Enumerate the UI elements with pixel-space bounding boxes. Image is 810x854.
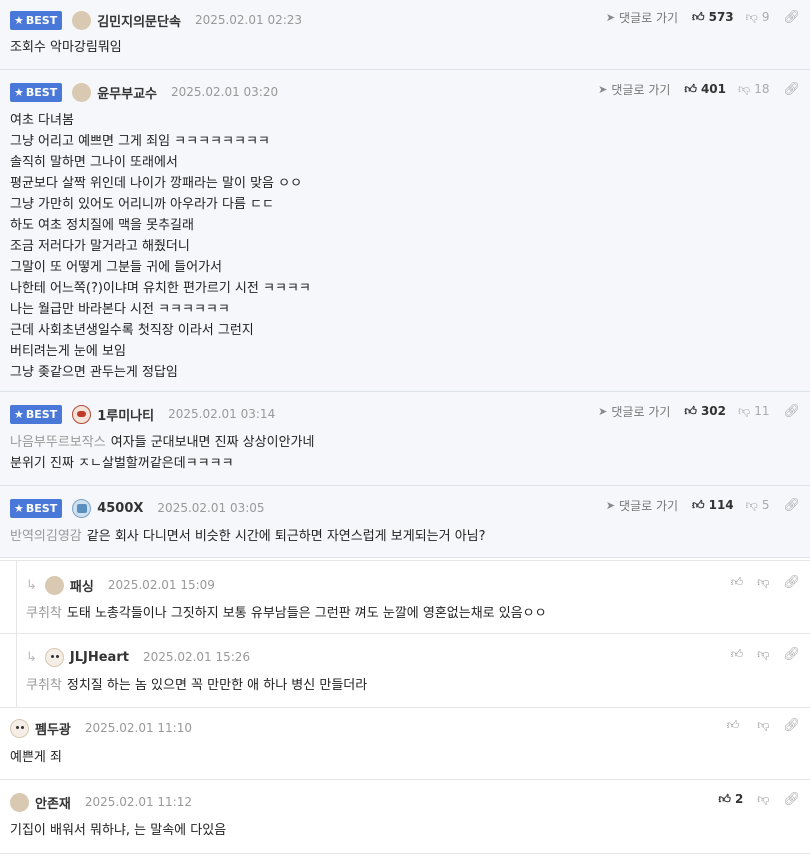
- comment-date: 2025.02.01 11:10: [84, 721, 192, 735]
- thumbs-down-icon[interactable]: 👎︎: [757, 792, 769, 807]
- upvote-button[interactable]: 👍︎ 401: [684, 82, 726, 97]
- star-icon: ★: [14, 407, 24, 421]
- nickname[interactable]: 펨두광: [35, 719, 71, 738]
- comment-date: 2025.02.01 03:05: [157, 501, 265, 515]
- thumbs-down-icon[interactable]: 👎︎: [757, 718, 769, 733]
- comment-body: 나음부뚜르보작스 여자들 군대보내면 진짜 상상이안가네 분위기 진짜 ㅈㄴ살벌할…: [10, 435, 315, 471]
- comment-best-3: ★ BEST 1루미나티 2025.02.01 03:14 ➤ 댓글로 가기 👍︎ 3…: [0, 392, 810, 486]
- upvote-button[interactable]: 👍︎ 2: [718, 792, 743, 807]
- reply-indent-line: [16, 634, 17, 707]
- avatar[interactable]: [10, 718, 29, 738]
- thumbs-up-icon: 👍︎: [684, 81, 697, 96]
- comment-body: 반역의김영감 같은 회사 다니면서 비슷한 시간에 퇴근하면 자연스럽게 보게되는…: [10, 529, 486, 544]
- comment-best-2: ★ BEST 윤무부교수 2025.02.01 03:20 ➤ 댓글로 가기 👍︎ 4…: [0, 70, 810, 392]
- thumbs-down-icon[interactable]: 👎︎: [757, 575, 769, 590]
- link-icon[interactable]: 🔗︎: [783, 498, 800, 513]
- comment-body: 여초 다녀봄 그냥 어리고 예쁘면 그게 죄임 ㅋㅋㅋㅋㅋㅋㅋㅋ 솔직히 말하면…: [10, 113, 311, 380]
- star-icon: ★: [14, 501, 24, 515]
- nickname[interactable]: 윤무부교수: [97, 83, 157, 102]
- avatar[interactable]: [72, 82, 92, 102]
- reply-comment-2: ↳ JLJHeart 2025.02.01 15:26 👍︎ 👎︎ 🔗︎ 쿠취착…: [0, 634, 810, 708]
- downvote-button[interactable]: 👎︎ 5: [746, 498, 770, 513]
- nickname[interactable]: 4500X: [97, 501, 143, 516]
- nickname[interactable]: 안존재: [35, 793, 71, 812]
- nickname[interactable]: JLJHeart: [70, 650, 129, 665]
- thumbs-up-icon: 👍︎: [692, 9, 705, 24]
- reply-indent-line: [16, 561, 17, 633]
- comment-date: 2025.02.01 15:09: [107, 578, 215, 592]
- comment-2: 안존재 2025.02.01 11:12 👍︎ 2 👎︎ 🔗︎ 기집이 배워서 뭐…: [0, 780, 810, 854]
- goto-comment-link[interactable]: ➤ 댓글로 가기: [606, 9, 678, 26]
- downvote-button[interactable]: 👎︎ 11: [738, 404, 769, 419]
- comment-body: 조회수 악마강림뭐임: [10, 40, 122, 55]
- thumbs-down-icon: 👎︎: [745, 497, 758, 512]
- avatar[interactable]: [72, 498, 92, 518]
- nickname[interactable]: 김민지의문단속: [97, 11, 181, 30]
- link-icon[interactable]: 🔗︎: [783, 792, 800, 807]
- avatar[interactable]: [44, 575, 64, 595]
- send-arrow-icon: ➤: [598, 82, 608, 96]
- best-badge: ★ BEST: [10, 498, 63, 518]
- thumbs-up-icon[interactable]: 👍︎: [731, 647, 744, 662]
- thumbs-down-icon[interactable]: 👎︎: [757, 647, 769, 662]
- star-icon: ★: [14, 85, 24, 99]
- goto-comment-link[interactable]: ➤ 댓글로 가기: [598, 403, 670, 420]
- best-badge: ★ BEST: [10, 10, 63, 30]
- comment-best-1: ★ BEST 김민지의문단속 2025.02.01 02:23 ➤ 댓글로 가기 👍…: [0, 0, 810, 70]
- nickname[interactable]: 1루미나티: [97, 405, 154, 424]
- comment-date: 2025.02.01 03:20: [171, 85, 279, 99]
- best-badge: ★ BEST: [10, 404, 63, 424]
- quoted-user[interactable]: 쿠취착: [26, 606, 62, 621]
- upvote-button[interactable]: 👍︎ 573: [692, 10, 734, 25]
- comment-date: 2025.02.01 03:14: [168, 407, 276, 421]
- downvote-button[interactable]: 👎︎ 9: [746, 10, 770, 25]
- thumbs-down-icon: 👎︎: [738, 81, 751, 96]
- quoted-user[interactable]: 반역의김영감: [10, 529, 82, 544]
- upvote-button[interactable]: 👍︎ 114: [692, 498, 734, 513]
- thumbs-down-icon: 👎︎: [745, 9, 758, 24]
- comment-date: 2025.02.01 11:12: [84, 795, 192, 809]
- goto-comment-link[interactable]: ➤ 댓글로 가기: [598, 81, 670, 98]
- link-icon[interactable]: 🔗︎: [783, 10, 800, 25]
- send-arrow-icon: ➤: [605, 10, 616, 24]
- thumbs-up-icon: 👍︎: [718, 791, 731, 806]
- nickname[interactable]: 패싱: [70, 576, 94, 595]
- upvote-button[interactable]: 👍︎: [727, 718, 744, 733]
- comment-date: 2025.02.01 15:26: [142, 650, 251, 664]
- thumbs-up-icon: 👍︎: [684, 403, 697, 418]
- link-icon[interactable]: 🔗︎: [783, 404, 800, 419]
- link-icon[interactable]: 🔗︎: [783, 718, 800, 733]
- avatar[interactable]: [72, 10, 92, 30]
- star-icon: ★: [14, 13, 24, 27]
- thumbs-up-icon: 👍︎: [726, 717, 740, 732]
- comment-1: 펨두광 2025.02.01 11:10 👍︎ 👎︎ 🔗︎ 예쁜게 죄: [0, 708, 810, 780]
- quoted-user[interactable]: 쿠취착: [26, 678, 62, 693]
- send-arrow-icon: ➤: [605, 498, 616, 512]
- comment-body: 기집이 배워서 뭐하냐, 는 말속에 다있음: [10, 823, 227, 838]
- upvote-button[interactable]: 👍︎ 302: [684, 404, 726, 419]
- comment-best-4: ★ BEST 4500X 2025.02.01 03:05 ➤ 댓글로 가기 👍︎ 1…: [0, 486, 810, 558]
- send-arrow-icon: ➤: [598, 404, 608, 418]
- quoted-user[interactable]: 나음부뚜르보작스: [10, 435, 106, 450]
- comment-body: 쿠취착 정치질 하는 놈 있으면 꼭 만만한 애 하나 병신 만들더라: [26, 678, 368, 693]
- reply-arrow-icon: ↳: [26, 577, 37, 593]
- link-icon[interactable]: 🔗︎: [783, 575, 800, 590]
- avatar[interactable]: [10, 792, 29, 812]
- comment-body: 예쁜게 죄: [10, 750, 62, 765]
- avatar[interactable]: [72, 404, 92, 424]
- comment-date: 2025.02.01 02:23: [194, 13, 303, 27]
- thumbs-down-icon: 👎︎: [738, 403, 751, 418]
- link-icon[interactable]: 🔗︎: [783, 82, 800, 97]
- avatar[interactable]: [44, 647, 64, 667]
- downvote-button[interactable]: 👎︎ 18: [738, 82, 769, 97]
- reply-comment-1: ↳ 패싱 2025.02.01 15:09 👍︎ 👎︎ 🔗︎ 쿠취착 도태 노총각…: [0, 560, 810, 634]
- thumbs-up-icon: 👍︎: [692, 497, 705, 512]
- goto-comment-link[interactable]: ➤ 댓글로 가기: [606, 497, 678, 514]
- best-badge: ★ BEST: [10, 82, 63, 102]
- comment-body: 쿠취착 도태 노총각들이나 그짓하지 보통 유부남들은 그런판 껴도 눈깔에 영혼…: [26, 606, 547, 621]
- link-icon[interactable]: 🔗︎: [783, 647, 800, 662]
- thumbs-up-icon[interactable]: 👍︎: [731, 575, 744, 590]
- reply-arrow-icon: ↳: [26, 649, 37, 665]
